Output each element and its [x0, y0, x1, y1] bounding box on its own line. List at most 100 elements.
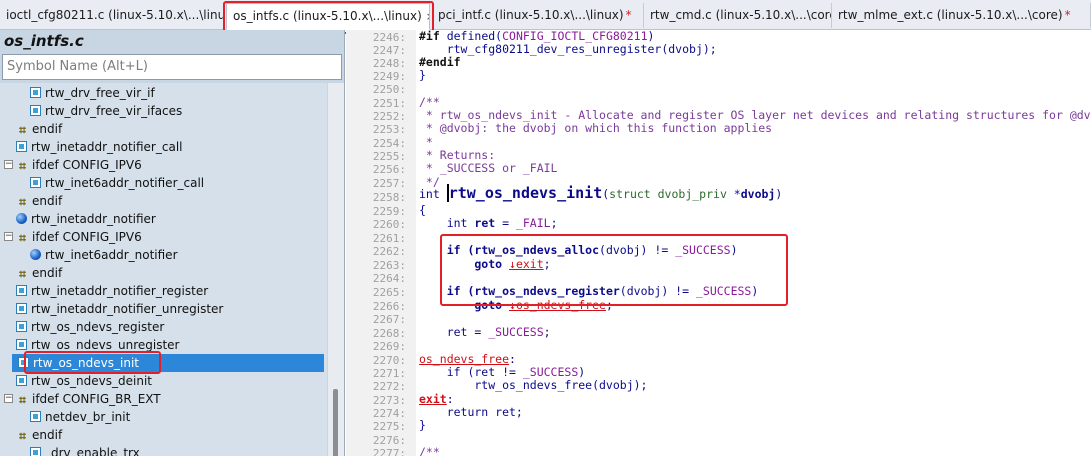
function-name[interactable]: rtw_os_ndevs_init	[446, 184, 603, 202]
preprocessor-icon: ⌗	[19, 123, 26, 137]
code-token[interactable]: rtw_os_ndevs_alloc	[474, 243, 599, 257]
tab-rtw-cmd[interactable]: rtw_cmd.c (linux-5.10.x\...\core)	[644, 3, 832, 28]
code-token: _SUCCESS	[695, 284, 752, 298]
tree-item[interactable]: rtw_inetaddr_notifier_register	[16, 282, 208, 300]
line-number: 2268:	[372, 327, 406, 340]
code-line: goto ↓exit;	[419, 257, 550, 271]
tree-item-label: endif	[32, 266, 63, 280]
code-token: )	[751, 284, 759, 298]
code-token: :	[509, 352, 516, 366]
line-number: 2257:	[372, 177, 406, 190]
tree-item[interactable]: ⌗ endif	[16, 192, 62, 210]
tab-ioctl-cfg80211[interactable]: ioctl_cfg80211.c (linux-5.10.x\...\linux…	[0, 3, 224, 28]
code-line: if (rtw_os_ndevs_register(dvobj) != _SUC…	[419, 284, 759, 298]
code-token: _FAIL	[515, 216, 551, 230]
code-editor[interactable]: #if defined(CONFIG_IOCTL_CFG80211) rtw_c…	[416, 30, 1091, 456]
tab-os-intfs[interactable]: os_intfs.c (linux-5.10.x\...\linux) ×	[226, 3, 430, 30]
code-label: os_ndevs_free	[419, 352, 510, 366]
code-token: if (	[419, 284, 475, 298]
tab-rtw-mlme-ext[interactable]: rtw_mlme_ext.c (linux-5.10.x\...\core) *	[832, 3, 1091, 28]
tree-scrollbar[interactable]	[328, 83, 344, 456]
line-number: 2256:	[372, 163, 406, 176]
tree-item[interactable]: rtw_drv_free_vir_if	[30, 84, 155, 102]
line-number: 2251:	[372, 97, 406, 110]
tree-item[interactable]: ⌗ ifdef CONFIG_BR_EXT	[16, 390, 161, 408]
code-token: _SUCCESS	[675, 243, 731, 257]
code-token: (dvobj) !=	[619, 284, 696, 298]
code-line: rtw_cfg80211_dev_res_unregister(dvobj);	[419, 42, 717, 56]
code-token: ;	[605, 298, 613, 312]
collapse-toggle-icon[interactable]: −	[4, 160, 13, 169]
scrollbar-thumb[interactable]	[333, 389, 338, 456]
tree-item[interactable]: rtw_os_ndevs_init	[12, 354, 324, 372]
function-icon	[30, 411, 41, 422]
function-icon	[16, 375, 27, 386]
code-token: )	[775, 187, 783, 201]
line-number: 2266:	[372, 300, 406, 313]
code-line: return ret;	[419, 405, 523, 419]
line-number: 2255:	[372, 150, 406, 163]
tree-item-label: ifdef CONFIG_IPV6	[32, 158, 142, 172]
tree-item[interactable]: rtw_os_ndevs_register	[16, 318, 164, 336]
function-icon	[16, 303, 27, 314]
tree-item-label: ifdef CONFIG_IPV6	[32, 230, 142, 244]
tab-pci-intf[interactable]: pci_intf.c (linux-5.10.x\...\linux) *	[432, 3, 644, 28]
code-token: )	[578, 365, 586, 379]
tree-item-label: rtw_drv_free_vir_ifaces	[45, 104, 183, 118]
collapse-toggle-icon[interactable]: −	[4, 394, 13, 403]
code-token[interactable]: rtw_os_ndevs_register	[474, 284, 619, 298]
code-line: int ret = _FAIL;	[419, 216, 558, 230]
tree-item[interactable]: rtw_inet6addr_notifier	[30, 246, 178, 264]
tree-item[interactable]: rtw_inet6addr_notifier_call	[30, 174, 204, 192]
comment-line: /**	[419, 445, 440, 456]
tree-item[interactable]: rtw_inetaddr_notifier	[16, 210, 156, 228]
preprocessor-icon: ⌗	[19, 429, 26, 443]
tab-label: pci_intf.c (linux-5.10.x\...\linux)	[438, 8, 624, 22]
collapse-toggle-icon[interactable]: −	[4, 232, 13, 241]
preprocessor-icon: ⌗	[19, 267, 26, 281]
tree-item[interactable]: ⌗ endif	[16, 426, 62, 444]
modified-indicator: *	[1064, 8, 1071, 22]
tree-item-label: endif	[32, 194, 63, 208]
tree-item[interactable]: ⌗ endif	[16, 120, 62, 138]
code-line: if (rtw_os_ndevs_alloc(dvobj) != _SUCCES…	[419, 243, 738, 257]
code-token: _SUCCESS	[488, 325, 544, 339]
function-icon	[30, 177, 41, 188]
line-number: 2246:	[372, 31, 406, 44]
tab-label: rtw_cmd.c (linux-5.10.x\...\core)	[650, 8, 832, 22]
code-label: exit	[419, 392, 447, 406]
line-number: 2274:	[372, 407, 406, 420]
code-token[interactable]: ↓os_ndevs_free	[509, 298, 606, 312]
tree-item-label: _drv_enable_trx	[45, 446, 140, 456]
line-number: 2270:	[372, 354, 406, 367]
line-number: 2250:	[372, 83, 406, 96]
tree-item[interactable]: ⌗ endif	[16, 264, 62, 282]
close-icon[interactable]: ×	[426, 10, 429, 23]
tree-item[interactable]: rtw_inetaddr_notifier_unregister	[16, 300, 223, 318]
tree-item[interactable]: rtw_os_ndevs_unregister	[16, 336, 180, 354]
tree-item-label: rtw_os_ndevs_register	[31, 320, 165, 334]
tree-item-label: netdev_br_init	[45, 410, 131, 424]
tree-item[interactable]: rtw_os_ndevs_deinit	[16, 372, 152, 390]
code-token: *	[726, 187, 741, 201]
tree-item-label: endif	[32, 122, 63, 136]
tree-item-label: rtw_os_ndevs_deinit	[31, 374, 152, 388]
tree-item[interactable]: rtw_drv_free_vir_ifaces	[30, 102, 182, 120]
tree-item[interactable]: ⌗ ifdef CONFIG_IPV6	[16, 156, 142, 174]
tree-item-label: rtw_drv_free_vir_if	[45, 86, 155, 100]
code-token: int	[419, 216, 475, 230]
tree-item[interactable]: rtw_inetaddr_notifier_call	[16, 138, 182, 156]
code-token[interactable]: ↓exit	[509, 257, 544, 271]
preprocessor-icon: ⌗	[19, 195, 26, 209]
line-number: 2262:	[372, 245, 406, 258]
tree-item-label: endif	[32, 428, 63, 442]
function-icon	[16, 321, 27, 332]
code-token: if (	[419, 243, 475, 257]
tree-item[interactable]: _drv_enable_trx	[30, 444, 140, 456]
tree-item[interactable]: netdev_br_init	[30, 408, 130, 426]
symbol-search-input[interactable]: Symbol Name (Alt+L)	[2, 54, 342, 80]
code-token: ;	[550, 216, 558, 230]
preprocessor-icon: ⌗	[19, 231, 26, 245]
function-icon	[30, 87, 41, 98]
tree-item[interactable]: ⌗ ifdef CONFIG_IPV6	[16, 228, 142, 246]
